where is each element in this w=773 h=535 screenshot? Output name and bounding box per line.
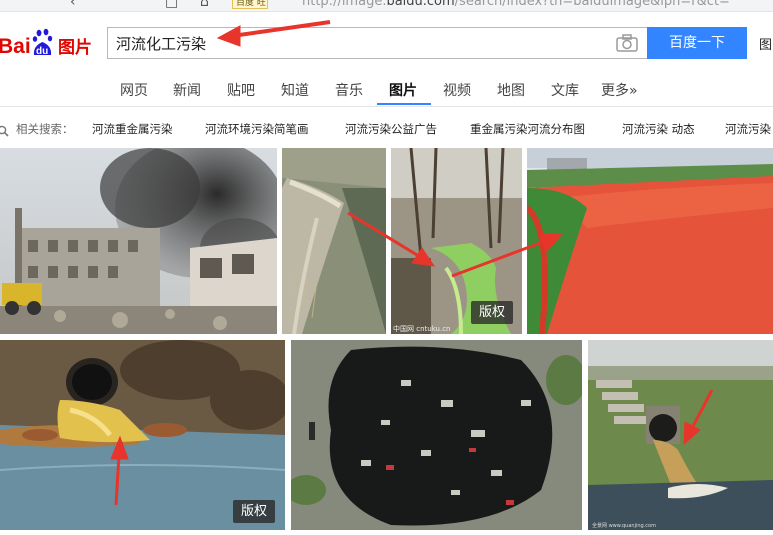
tab-more[interactable]: 更多» [601, 80, 638, 100]
search-box [107, 27, 648, 59]
browser-badge[interactable]: 百度 旺 [232, 0, 268, 9]
watermark-text: 中国网 cntuku.cn [393, 324, 450, 333]
result-image-black-water[interactable] [291, 340, 582, 530]
tab-zhidao[interactable]: 知道 [281, 80, 309, 100]
tab-map[interactable]: 地图 [497, 80, 525, 100]
result-image-factory-explosion[interactable] [0, 148, 277, 334]
camera-icon[interactable] [616, 34, 638, 52]
logo-text-du: du [36, 46, 48, 57]
baidu-logo[interactable]: Bai du 图片 [0, 26, 100, 60]
tab-video[interactable]: 视频 [443, 80, 471, 100]
related-item[interactable]: 重金属污染河流分布图 [470, 121, 585, 137]
related-item[interactable]: 河流污染公益广告 [345, 121, 437, 137]
back-icon[interactable]: ‹ [70, 0, 76, 10]
result-image-yellow-discharge[interactable]: 版权 [0, 340, 285, 530]
copyright-badge: 版权 [233, 500, 275, 523]
search-icon [0, 122, 9, 137]
tab-images[interactable]: 图片 [389, 80, 417, 100]
result-image-green-creek[interactable]: 中国网 cntuku.cn 版权 [391, 148, 522, 334]
related-searches: 相关搜索： 河流重金属污染 河流环境污染简笔画 河流污染公益广告 重金属污染河流… [0, 108, 773, 148]
related-label: 相关搜索： [16, 122, 74, 136]
tab-news[interactable]: 新闻 [173, 80, 201, 100]
top-right-link[interactable]: 图 [759, 34, 772, 53]
active-tab-indicator [377, 103, 431, 105]
browser-toolbar: ‹ □ ⌂ 百度 旺 http://image.baidu.com/search… [0, 0, 773, 12]
related-item[interactable]: 河流污染 动态 [622, 121, 695, 137]
tab-tieba[interactable]: 贴吧 [227, 80, 255, 100]
related-item[interactable]: 河流重金属污染 [92, 121, 173, 137]
refresh-icon[interactable]: □ [165, 0, 178, 10]
watermark-text: 全景网 www.quanjing.com [592, 522, 656, 529]
related-item[interactable]: 河流污染 [725, 121, 771, 137]
result-image-red-river[interactable] [527, 148, 773, 334]
result-image-riverbank-wall[interactable] [282, 148, 386, 334]
tab-wenku[interactable]: 文库 [551, 80, 579, 100]
logo-text-cn: 图片 [58, 37, 92, 58]
search-button[interactable]: 百度一下 [647, 27, 747, 59]
tab-web[interactable]: 网页 [120, 80, 148, 100]
address-bar[interactable]: http://image.baidu.com/search/index?tn=b… [302, 0, 730, 9]
result-image-drain-outlet[interactable]: 全景网 www.quanjing.com [588, 340, 773, 530]
tab-music[interactable]: 音乐 [335, 80, 363, 100]
search-input[interactable] [108, 28, 588, 58]
logo-text-bai: Bai [0, 35, 31, 58]
home-icon[interactable]: ⌂ [200, 0, 209, 10]
tab-nav: 网页 新闻 贴吧 知道 音乐 图片 视频 地图 文库 更多» [0, 72, 773, 107]
related-item[interactable]: 河流环境污染简笔画 [205, 121, 309, 137]
copyright-badge: 版权 [471, 301, 513, 324]
search-header: Bai du 图片 百度一下 图 [0, 12, 773, 72]
